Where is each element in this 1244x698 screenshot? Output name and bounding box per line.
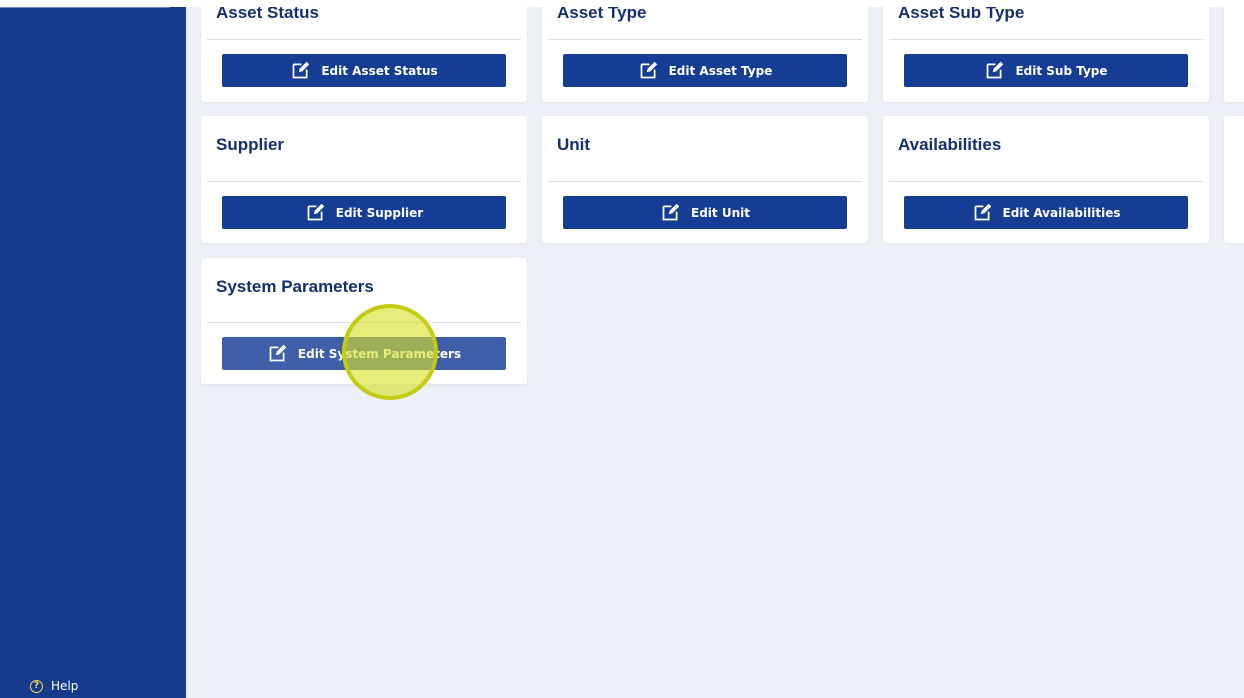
card-asset-type: Asset Type Edit Asset Type <box>542 7 868 102</box>
card-divider <box>548 39 862 40</box>
edit-icon <box>662 203 680 221</box>
card-title: Asset Sub Type <box>898 7 1025 22</box>
edit-sub-type-button[interactable]: Edit Sub Type <box>904 54 1188 87</box>
card-supplier: Supplier Edit Supplier <box>201 116 527 243</box>
edit-availabilities-button[interactable]: Edit Availabilities <box>904 196 1188 229</box>
card-title: Asset Type <box>557 7 647 22</box>
card-asset-status: Asset Status Edit Asset Status <box>201 7 527 102</box>
card-availabilities: Availabilities Edit Availabilities <box>883 116 1209 243</box>
edit-asset-status-button[interactable]: Edit Asset Status <box>222 54 506 87</box>
question-circle-icon: ? <box>30 679 43 693</box>
edit-icon <box>987 61 1004 79</box>
card-partial <box>1224 116 1244 243</box>
edit-icon <box>974 203 991 221</box>
card-divider <box>889 39 1203 40</box>
edit-icon <box>307 203 325 221</box>
main-content: Asset Status Edit Asset Status Asset Typ… <box>186 7 1244 698</box>
card-partial <box>1224 7 1244 102</box>
help-link[interactable]: ? Help <box>30 679 78 693</box>
card-unit: Unit Edit Unit <box>542 116 868 243</box>
edit-system-parameters-button[interactable]: Edit System Parameters <box>222 337 506 370</box>
card-divider <box>207 181 521 182</box>
card-title: Supplier <box>216 135 285 154</box>
card-title: Availabilities <box>898 135 1002 154</box>
help-label: Help <box>51 679 79 693</box>
card-title: Unit <box>557 135 591 154</box>
card-divider <box>207 322 521 323</box>
edit-icon <box>640 61 657 79</box>
edit-icon <box>269 344 287 362</box>
card-asset-sub-type: Asset Sub Type Edit Sub Type <box>883 7 1209 102</box>
edit-supplier-button[interactable]: Edit Supplier <box>222 196 506 229</box>
edit-unit-button[interactable]: Edit Unit <box>563 196 847 229</box>
edit-icon <box>292 61 310 79</box>
card-divider <box>548 181 862 182</box>
card-system-parameters: System Parameters Edit System Parameters <box>201 258 527 384</box>
sidebar: ? Help <box>0 7 186 698</box>
card-divider <box>207 39 521 40</box>
card-title: Asset Status <box>216 7 319 22</box>
card-divider <box>889 181 1203 182</box>
edit-asset-type-button[interactable]: Edit Asset Type <box>563 54 847 87</box>
card-title: System Parameters <box>216 277 374 296</box>
sidebar-divider <box>0 7 170 8</box>
